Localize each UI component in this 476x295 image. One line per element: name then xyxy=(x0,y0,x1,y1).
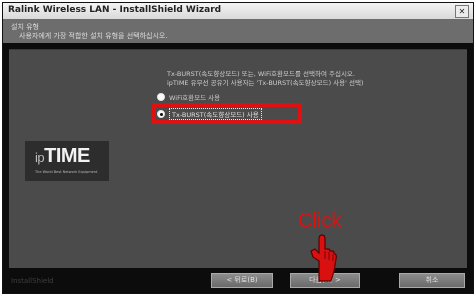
logo-tagline: The World Best Network Equipment xyxy=(35,170,98,174)
option-wifi-compat[interactable]: WiFi호환모드 사용 xyxy=(157,92,220,102)
window-title: Ralink Wireless LAN - InstallShield Wiza… xyxy=(8,5,222,15)
close-button[interactable]: ✕ xyxy=(455,5,469,18)
logo-prefix: ip xyxy=(35,150,45,165)
title-bar[interactable]: Ralink Wireless LAN - InstallShield Wiza… xyxy=(3,3,473,19)
back-button[interactable]: < 뒤로(B) xyxy=(211,273,273,288)
radio-button[interactable] xyxy=(157,93,165,101)
wizard-header: 설치 유형 사용자에게 가장 적합한 설치 유형을 선택하십시오. xyxy=(3,19,473,43)
click-annotation: Click xyxy=(298,210,342,232)
cancel-button[interactable]: 취소 xyxy=(399,273,465,288)
highlight-box xyxy=(152,103,302,124)
option-label: WiFi호환모드 사용 xyxy=(169,94,221,102)
header-subtitle: 사용자에게 가장 적합한 설치 유형을 선택하십시오. xyxy=(19,32,168,40)
pointing-hand-icon xyxy=(310,234,337,282)
iptime-logo: ipTIME The World Best Network Equipment xyxy=(25,141,109,181)
logo-text: ipTIME xyxy=(35,145,90,168)
instruction-text: Tx-BURST(속도향상모드) 또는, WiFi호환모드를 선택하여 주십시오… xyxy=(167,70,364,87)
logo-name: TIME xyxy=(44,145,90,167)
installer-window: Ralink Wireless LAN - InstallShield Wiza… xyxy=(2,2,474,294)
content-panel: Tx-BURST(속도향상모드) 또는, WiFi호환모드를 선택하여 주십시오… xyxy=(9,49,467,268)
installshield-brand: InstallShield xyxy=(11,277,54,285)
